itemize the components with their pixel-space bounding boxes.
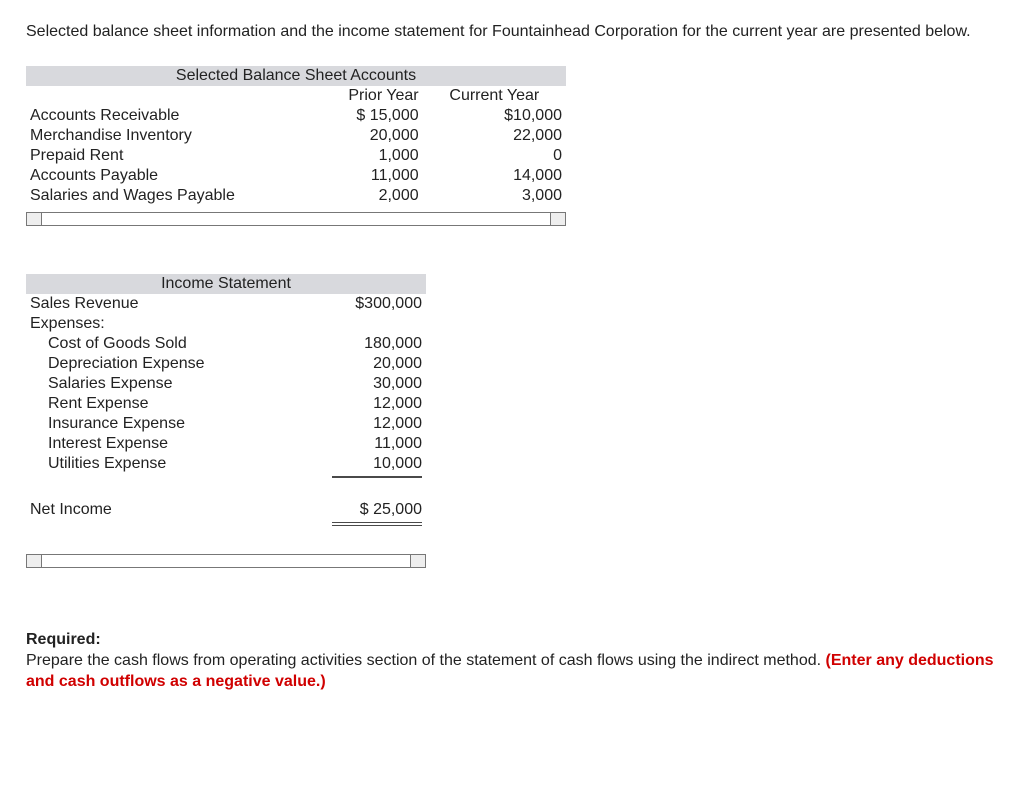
- scroll-right-icon[interactable]: [410, 555, 425, 567]
- row-label: Prepaid Rent: [26, 146, 280, 166]
- row-value: 12,000: [284, 394, 426, 414]
- row-prior: 11,000: [280, 166, 423, 186]
- col-current-year: Current Year: [423, 86, 566, 106]
- required-body: Prepare the cash flows from operating ac…: [26, 652, 826, 669]
- horizontal-scrollbar[interactable]: [26, 212, 566, 226]
- row-label: Interest Expense: [26, 434, 284, 454]
- row-current: 3,000: [423, 186, 566, 206]
- table-row: Accounts Receivable $ 15,000 $10,000: [26, 106, 566, 126]
- scroll-left-icon[interactable]: [27, 213, 42, 225]
- row-value: $300,000: [284, 294, 426, 314]
- total-rule-icon: [332, 522, 422, 526]
- table-row: Sales Revenue $300,000: [26, 294, 426, 314]
- row-value: 12,000: [284, 414, 426, 434]
- table-row: Prepaid Rent 1,000 0: [26, 146, 566, 166]
- row-value: [284, 314, 426, 334]
- table-row: Merchandise Inventory 20,000 22,000: [26, 126, 566, 146]
- row-value: 30,000: [284, 374, 426, 394]
- table-row: Expenses:: [26, 314, 426, 334]
- row-label: Merchandise Inventory: [26, 126, 280, 146]
- row-label: Accounts Payable: [26, 166, 280, 186]
- income-statement-table: Income Statement Sales Revenue $300,000 …: [26, 274, 426, 526]
- horizontal-scrollbar[interactable]: [26, 554, 426, 568]
- net-income-value: $ 25,000: [284, 500, 426, 520]
- required-section: Required: Prepare the cash flows from op…: [26, 630, 998, 692]
- row-label: Insurance Expense: [26, 414, 284, 434]
- table-row: Accounts Payable 11,000 14,000: [26, 166, 566, 186]
- row-prior: 1,000: [280, 146, 423, 166]
- net-income-row: Net Income $ 25,000: [26, 500, 426, 520]
- row-value: 11,000: [284, 434, 426, 454]
- scroll-right-icon[interactable]: [550, 213, 565, 225]
- row-label: Cost of Goods Sold: [26, 334, 284, 354]
- row-label: Depreciation Expense: [26, 354, 284, 374]
- balance-sheet-table: Selected Balance Sheet Accounts Prior Ye…: [26, 66, 566, 206]
- income-statement-title: Income Statement: [26, 274, 426, 294]
- table-row: Interest Expense 11,000: [26, 434, 426, 454]
- net-income-label: Net Income: [26, 500, 284, 520]
- table-row: Salaries and Wages Payable 2,000 3,000: [26, 186, 566, 206]
- row-current: 0: [423, 146, 566, 166]
- balance-sheet-title: Selected Balance Sheet Accounts: [26, 66, 566, 86]
- row-prior: 2,000: [280, 186, 423, 206]
- row-label: Salaries Expense: [26, 374, 284, 394]
- table-row: Utilities Expense 10,000: [26, 454, 426, 474]
- row-current: $10,000: [423, 106, 566, 126]
- table-row: Salaries Expense 30,000: [26, 374, 426, 394]
- required-heading: Required:: [26, 631, 101, 648]
- scroll-left-icon[interactable]: [27, 555, 42, 567]
- row-value: 20,000: [284, 354, 426, 374]
- row-label: Accounts Receivable: [26, 106, 280, 126]
- col-prior-year: Prior Year: [280, 86, 423, 106]
- table-row: Depreciation Expense 20,000: [26, 354, 426, 374]
- row-prior: $ 15,000: [280, 106, 423, 126]
- row-current: 14,000: [423, 166, 566, 186]
- row-label: Salaries and Wages Payable: [26, 186, 280, 206]
- row-current: 22,000: [423, 126, 566, 146]
- row-value: 10,000: [284, 454, 426, 474]
- table-row: Insurance Expense 12,000: [26, 414, 426, 434]
- row-label: Rent Expense: [26, 394, 284, 414]
- row-value: 180,000: [284, 334, 426, 354]
- row-label: Sales Revenue: [26, 294, 284, 314]
- row-label: Expenses:: [26, 314, 284, 334]
- table-row: Rent Expense 12,000: [26, 394, 426, 414]
- intro-text: Selected balance sheet information and t…: [26, 22, 998, 42]
- row-label: Utilities Expense: [26, 454, 284, 474]
- table-row: Cost of Goods Sold 180,000: [26, 334, 426, 354]
- row-prior: 20,000: [280, 126, 423, 146]
